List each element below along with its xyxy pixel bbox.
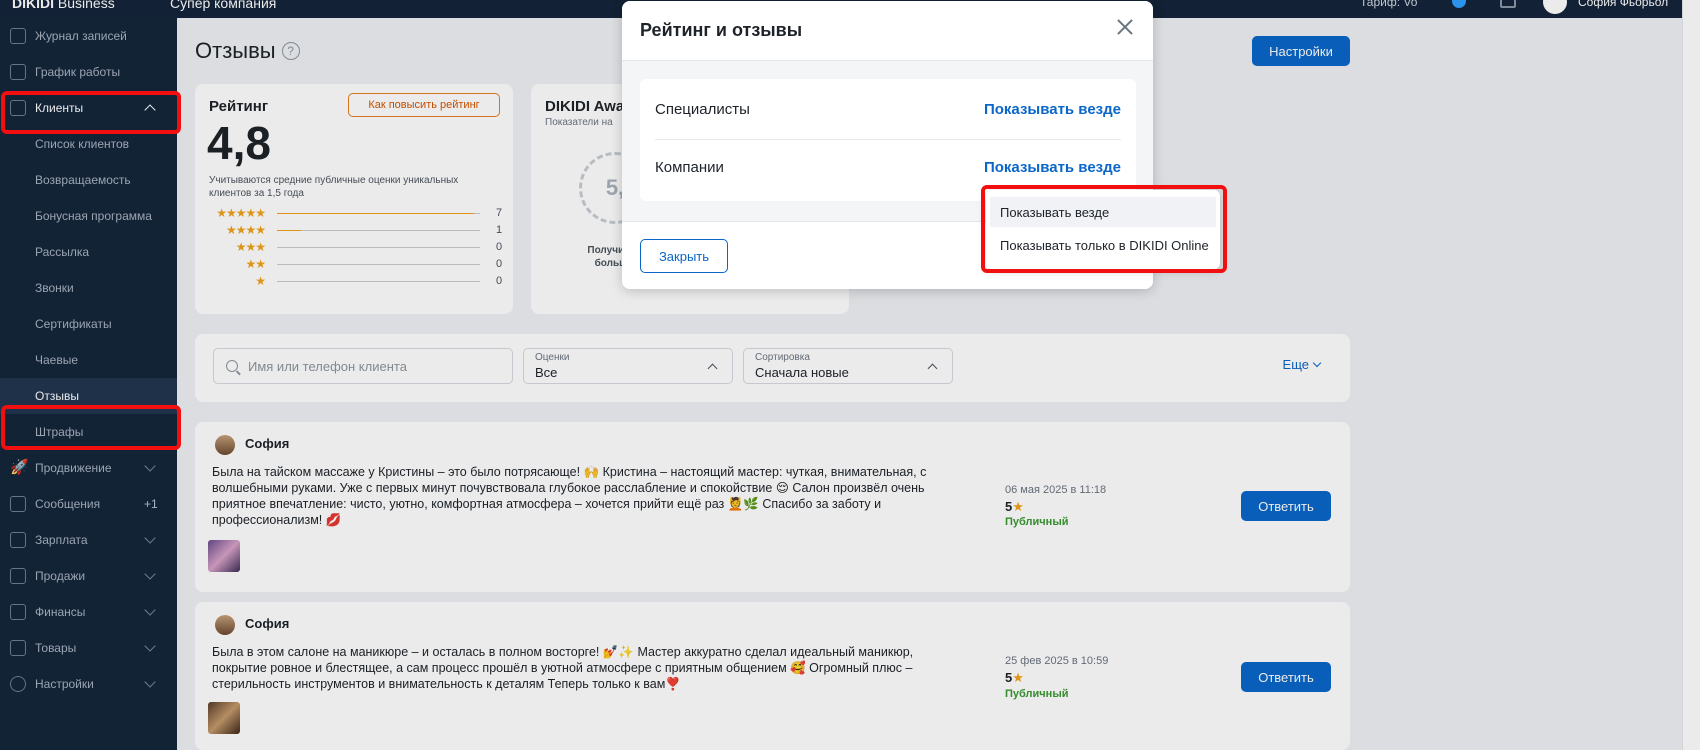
companies-visibility-select[interactable]: Показывать везде xyxy=(984,159,1121,176)
modal-title: Рейтинг и отзывы xyxy=(640,20,803,40)
highlight-dropdown xyxy=(981,185,1227,273)
close-button[interactable]: Закрыть xyxy=(640,239,728,273)
visibility-settings: Специалисты Показывать везде Компании По… xyxy=(640,79,1136,201)
specialists-visibility-select[interactable]: Показывать везде xyxy=(984,101,1121,118)
setting-row-specialists: Специалисты Показывать везде xyxy=(655,101,1121,118)
highlight-reviews xyxy=(1,405,181,450)
close-icon[interactable] xyxy=(1115,17,1135,37)
highlight-clients xyxy=(1,91,181,134)
modal-header: Рейтинг и отзывы xyxy=(622,1,1153,61)
